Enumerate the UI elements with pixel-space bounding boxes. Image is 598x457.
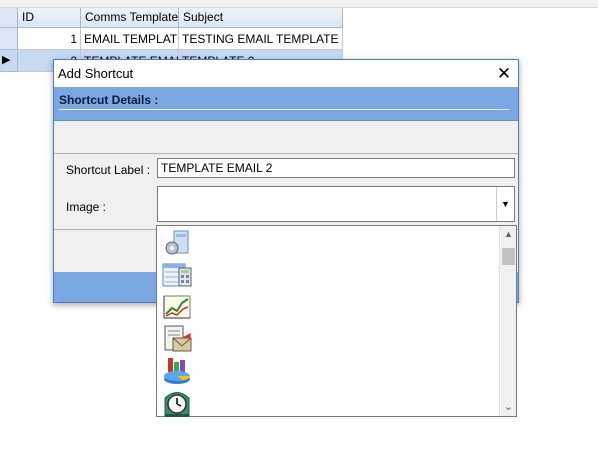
section-title: Shortcut Details : [59,93,159,107]
list-item[interactable] [159,291,499,323]
list-item[interactable] [159,259,499,291]
image-combobox[interactable]: ▼ [157,186,515,222]
list-item[interactable] [159,355,499,387]
section-divider [59,109,509,110]
scroll-down-button[interactable]: ⌄ [500,399,517,416]
row-selector[interactable] [0,28,18,50]
chevron-down-icon[interactable]: ▼ [496,187,514,221]
dialog-titlebar[interactable]: Add Shortcut ✕ [54,60,518,87]
list-item[interactable] [159,323,499,355]
list-item[interactable] [159,387,499,419]
list-item[interactable] [159,227,499,259]
top-toolbar-strip [0,0,598,8]
divider [54,153,518,154]
image-dropdown-list[interactable]: ▲ ⌄ [156,225,517,417]
image-label: Image : [66,200,107,214]
column-header-comms-template[interactable]: Comms Template [81,8,179,28]
scroll-thumb[interactable] [502,248,515,265]
dialog-title: Add Shortcut [58,66,134,81]
close-button[interactable]: ✕ [490,60,518,87]
settings-app-icon [165,230,189,255]
shortcut-details-header: Shortcut Details : [54,87,518,121]
dropdown-scrollbar[interactable]: ▲ ⌄ [499,226,516,416]
column-header-id[interactable]: ID [18,8,81,28]
cell-subject[interactable]: TESTING EMAIL TEMPLATE [179,28,343,50]
calculator-sheet-icon [162,263,192,287]
line-chart-icon [163,295,191,319]
clock-icon [164,392,190,417]
shortcut-label-input[interactable]: TEMPLATE EMAIL 2 [157,158,515,178]
cell-id[interactable]: 1 [18,28,81,50]
cell-comms-template[interactable]: EMAIL TEMPLATE 1 [81,28,179,50]
current-row-indicator-icon[interactable]: ▶ [0,50,18,72]
row-header-corner [0,8,18,28]
pie-bar-chart-icon [164,358,191,384]
column-header-subject[interactable]: Subject [179,8,343,28]
shortcut-label-label: Shortcut Label : [66,163,151,177]
email-document-icon [164,325,192,352]
scroll-up-button[interactable]: ▲ [500,226,517,243]
